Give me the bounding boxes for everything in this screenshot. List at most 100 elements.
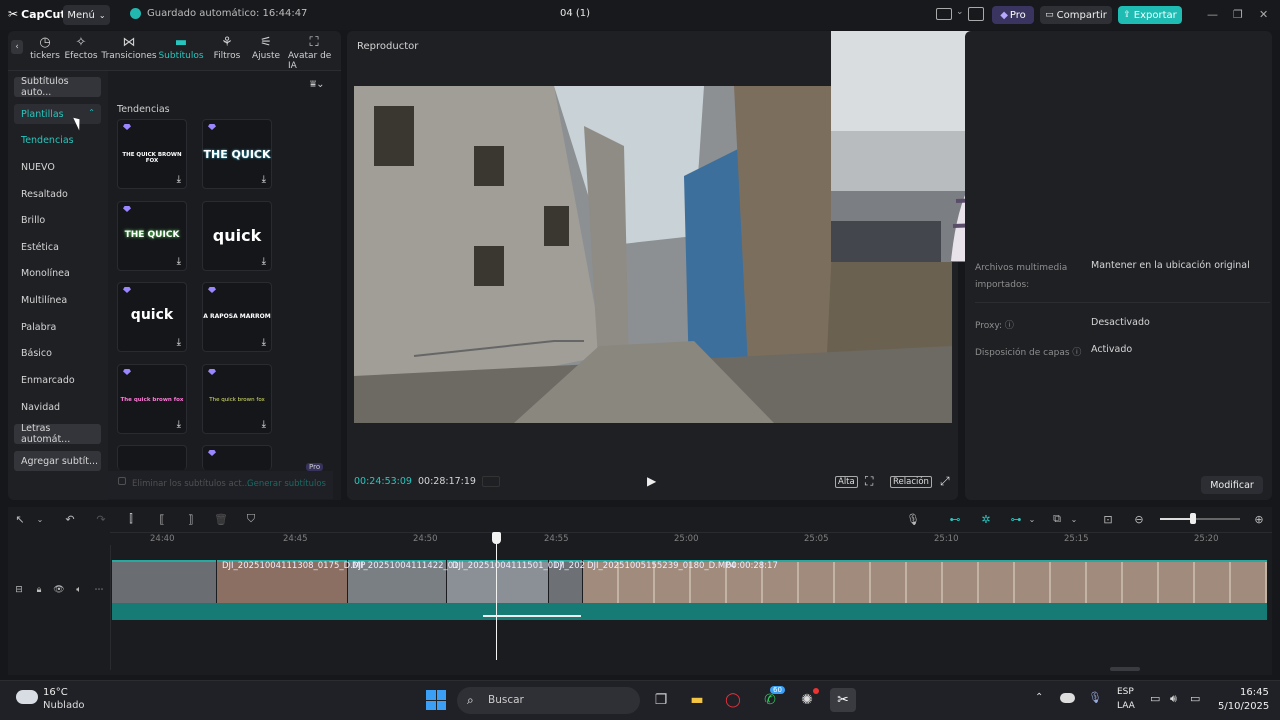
opera-gx-icon[interactable]: ◯	[720, 688, 746, 712]
trim-left-icon[interactable]: ⟦	[155, 512, 169, 526]
template-card[interactable]: A RAPOSA MARROM ⤓	[202, 282, 272, 352]
tab-effects[interactable]: ✧ Efectos	[64, 35, 98, 63]
fit-timeline-icon[interactable]: ⊡	[1101, 512, 1115, 526]
sidebar-item-single-line[interactable]: Monolínea	[14, 263, 101, 283]
tabs-scroll-left-icon[interactable]: ‹	[11, 40, 23, 54]
taskbar-search[interactable]: ⌕ Buscar	[457, 687, 640, 714]
network-icon[interactable]: ▭	[1150, 692, 1160, 705]
pro-button[interactable]: ◆ Pro	[992, 6, 1034, 24]
more-icon[interactable]: ⋯	[92, 583, 106, 597]
playhead-handle[interactable]	[492, 532, 501, 544]
download-icon[interactable]: ⤓	[262, 256, 266, 267]
weather-desc[interactable]: Nublado	[43, 700, 85, 711]
cloud-weather-icon[interactable]	[16, 690, 38, 704]
template-card[interactable]: THE QUICK ⤓	[202, 119, 272, 189]
menu-button[interactable]: Menú ⌄	[63, 5, 110, 25]
link-chevron-icon[interactable]: ⌄	[1025, 512, 1039, 526]
language-indicator-layout[interactable]: LAA	[1117, 701, 1135, 711]
timecode-grid-icon[interactable]	[482, 476, 500, 487]
preview-chevron-icon[interactable]: ⌄	[1067, 512, 1081, 526]
task-view-icon[interactable]: ❐	[648, 688, 674, 712]
template-card[interactable]: THE QUICK BROWN FOX ⤓	[117, 119, 187, 189]
download-icon[interactable]: ⤓	[262, 337, 266, 348]
sidebar-item-trending[interactable]: Tendencias	[14, 130, 101, 150]
filter-icon[interactable]: ⩸⌄	[310, 79, 324, 90]
mic-tray-icon[interactable]: 🎙	[1088, 691, 1102, 704]
tab-captions[interactable]: ▬ Subtítulos	[158, 35, 204, 63]
sidebar-item-add-captions[interactable]: Agregar subtít...	[14, 451, 101, 471]
sidebar-item-framed[interactable]: Enmarcado	[14, 370, 101, 390]
sidebar-item-glow[interactable]: Brillo	[14, 210, 101, 230]
sidebar-item-new[interactable]: NUEVO	[14, 157, 101, 177]
template-card[interactable]	[202, 445, 272, 470]
export-button[interactable]: ⇪ Exportar	[1118, 6, 1182, 24]
selection-range[interactable]	[483, 615, 581, 617]
volume-icon[interactable]: 🔊︎	[1170, 692, 1177, 706]
tab-stickers[interactable]: ◷ tickers	[28, 35, 62, 63]
zoom-in-icon[interactable]: ⊕	[1252, 512, 1266, 526]
minimize-icon[interactable]: —	[1207, 8, 1218, 21]
clock-time[interactable]: 16:45	[1240, 687, 1269, 698]
sidebar-item-aesthetic[interactable]: Estética	[14, 237, 101, 257]
split-icon[interactable]: ⫿	[124, 512, 138, 526]
close-icon[interactable]: ✕	[1259, 8, 1268, 21]
generate-captions-link[interactable]: Generar subtítulos	[247, 479, 326, 489]
modify-button[interactable]: Modificar	[1201, 476, 1263, 494]
audio-icon[interactable]: 🔈︎	[72, 583, 86, 597]
fullscreen-icon[interactable]: ⤢	[940, 474, 950, 489]
sidebar-item-highlight[interactable]: Resaltado	[14, 184, 101, 204]
cover-icon[interactable]: ⊟	[12, 583, 26, 597]
layout-chevron-icon[interactable]: ⌄	[956, 7, 964, 17]
layout-icon[interactable]	[936, 8, 952, 20]
playhead[interactable]	[496, 533, 497, 660]
clock-date[interactable]: 5/10/2025	[1218, 701, 1269, 712]
marker-icon[interactable]: ⛉	[244, 512, 258, 526]
fit-screen-icon[interactable]: ⛶	[865, 474, 873, 489]
sidebar-item-auto-captions[interactable]: Subtítulos auto...	[14, 76, 101, 98]
select-tool-icon[interactable]: ↖	[13, 512, 27, 526]
tab-ai-avatar[interactable]: ⛶ Avatar de IA	[288, 35, 340, 71]
sidebar-item-auto-lyrics[interactable]: Letras automát...	[14, 423, 101, 445]
template-card[interactable]: quick ⤓	[117, 282, 187, 352]
trim-right-icon[interactable]: ⟧	[184, 512, 198, 526]
download-icon[interactable]: ⤓	[177, 419, 181, 430]
template-card[interactable]	[117, 445, 187, 470]
file-explorer-icon[interactable]: ▬	[684, 688, 710, 712]
download-icon[interactable]: ⤓	[262, 419, 266, 430]
download-icon[interactable]: ⤓	[177, 174, 181, 185]
horizontal-scrollbar[interactable]	[1110, 667, 1140, 671]
sidebar-item-christmas[interactable]: Navidad	[14, 397, 101, 417]
chevron-up-icon[interactable]: ⌃	[1035, 692, 1043, 703]
eye-icon[interactable]: 👁︎	[52, 583, 66, 597]
link-icon[interactable]: ⊶	[1007, 512, 1025, 526]
redo-icon[interactable]: ↷	[94, 512, 108, 526]
windows-start-icon[interactable]	[426, 690, 446, 710]
capcut-taskbar-icon[interactable]: ✂	[830, 688, 856, 712]
quality-selector[interactable]: Alta	[835, 476, 858, 488]
tab-filters[interactable]: ⚘ Filtros	[210, 35, 244, 63]
share-button[interactable]: ▭ Compartir	[1040, 6, 1112, 24]
aspect-ratio-button[interactable]: Relación	[890, 476, 932, 488]
preview-axis-icon[interactable]: ⧉	[1050, 512, 1064, 526]
template-card[interactable]: The quick brown fox ⤓	[117, 364, 187, 434]
sidebar-item-word[interactable]: Palabra	[14, 317, 101, 337]
zoom-slider-handle[interactable]	[1190, 513, 1196, 524]
sidebar-item-templates[interactable]: Plantillas ⌃	[14, 104, 101, 124]
checkbox[interactable]	[118, 477, 126, 485]
tab-transitions[interactable]: ⋈ Transiciones	[101, 35, 156, 63]
main-track-magnet-icon[interactable]: ⊷	[946, 512, 964, 526]
battery-icon[interactable]: ▭	[1190, 692, 1200, 705]
keyboard-icon[interactable]	[968, 7, 984, 21]
download-icon[interactable]: ⤓	[262, 174, 266, 185]
template-card[interactable]: THE QUICK ⤓	[117, 201, 187, 271]
download-icon[interactable]: ⤓	[177, 337, 181, 348]
sidebar-item-basic[interactable]: Básico	[14, 343, 101, 363]
microphone-icon[interactable]: 🎙	[906, 512, 920, 526]
weather-temp[interactable]: 16°C	[43, 687, 68, 698]
delete-icon[interactable]: 🗑	[214, 512, 228, 526]
restore-icon[interactable]: ❐	[1233, 8, 1243, 21]
template-card[interactable]: The quick brown fox ⤓	[202, 364, 272, 434]
select-tool-chevron-icon[interactable]: ⌄	[33, 512, 47, 526]
lock-icon[interactable]: 🔒︎	[32, 583, 46, 597]
undo-icon[interactable]: ↶	[63, 512, 77, 526]
